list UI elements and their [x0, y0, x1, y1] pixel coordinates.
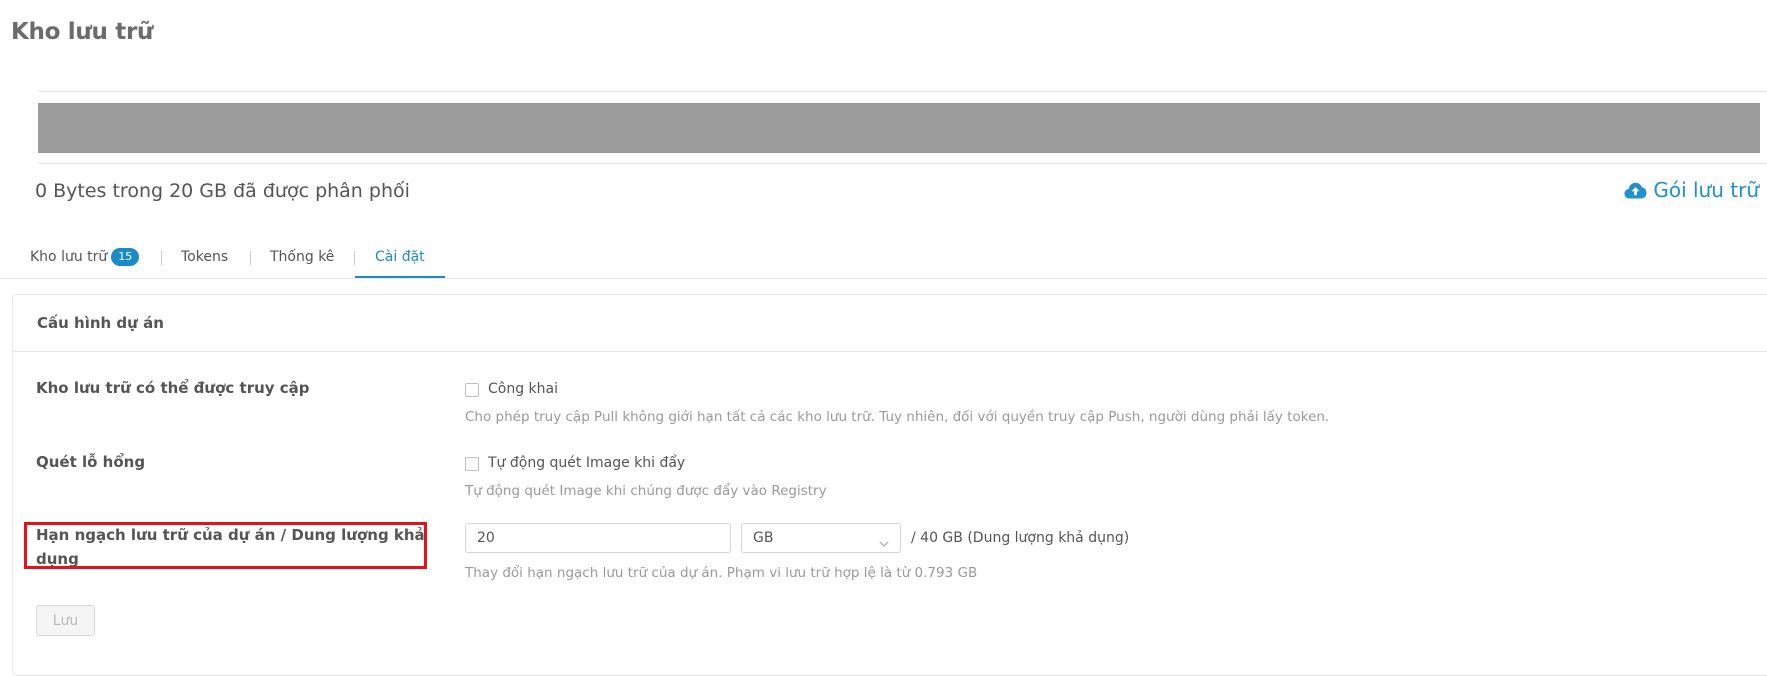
tab-repositories-label: Kho lưu trữ [30, 249, 108, 265]
project-config-header: Cấu hình dự án [13, 295, 1767, 352]
tab-bar: Kho lưu trữ 15 Tokens Thống kê Cài đặt [0, 238, 1767, 279]
tab-repositories[interactable]: Kho lưu trữ 15 [30, 238, 140, 277]
tab-statistics-label: Thống kê [270, 249, 335, 265]
divider [38, 91, 1767, 92]
vulnerability-scan-label: Quét lỗ hổng [36, 453, 146, 471]
storage-package-label: Gói lưu trữ [1653, 178, 1759, 202]
save-button[interactable]: Lưu [36, 605, 95, 636]
tab-separator [250, 251, 251, 265]
tab-separator [161, 251, 162, 265]
quota-help-text: Thay đổi hạn ngạch lưu trữ của dự án. Ph… [465, 565, 978, 581]
divider [38, 163, 1767, 164]
chevron-down-icon [878, 532, 890, 560]
storage-usage-bar [38, 103, 1760, 153]
access-help-text: Cho phép truy cập Pull không giới hạn tấ… [465, 409, 1330, 425]
access-label: Kho lưu trữ có thể được truy cập [36, 379, 310, 397]
tab-statistics[interactable]: Thống kê [270, 238, 334, 277]
tab-settings[interactable]: Cài đặt [355, 238, 445, 278]
storage-package-link[interactable]: Gói lưu trữ [1624, 178, 1759, 202]
available-capacity-text: / 40 GB (Dung lượng khả dụng) [911, 530, 1130, 546]
quota-unit-select[interactable]: GB [741, 523, 901, 553]
quota-label-highlight [24, 522, 427, 569]
tab-tokens[interactable]: Tokens [181, 238, 228, 277]
cloud-upload-icon [1624, 182, 1647, 199]
auto-scan-help-text: Tự động quét Image khi chúng được đẩy và… [465, 483, 827, 499]
page-title: Kho lưu trữ [11, 19, 154, 45]
storage-quota-input[interactable] [465, 523, 731, 553]
auto-scan-checkbox-label[interactable]: Tự động quét Image khi đẩy [488, 455, 685, 471]
project-config-title: Cấu hình dự án [37, 314, 164, 332]
repository-count-badge: 15 [111, 248, 140, 266]
tab-tokens-label: Tokens [181, 249, 229, 265]
tab-settings-label: Cài đặt [375, 249, 425, 265]
public-checkbox[interactable] [465, 383, 479, 397]
storage-usage-summary: 0 Bytes trong 20 GB đã được phân phối [35, 180, 410, 202]
public-checkbox-label[interactable]: Công khai [488, 381, 558, 397]
quota-unit-value: GB [753, 530, 774, 546]
auto-scan-checkbox[interactable] [465, 457, 479, 471]
project-config-card: Cấu hình dự án [12, 294, 1767, 676]
